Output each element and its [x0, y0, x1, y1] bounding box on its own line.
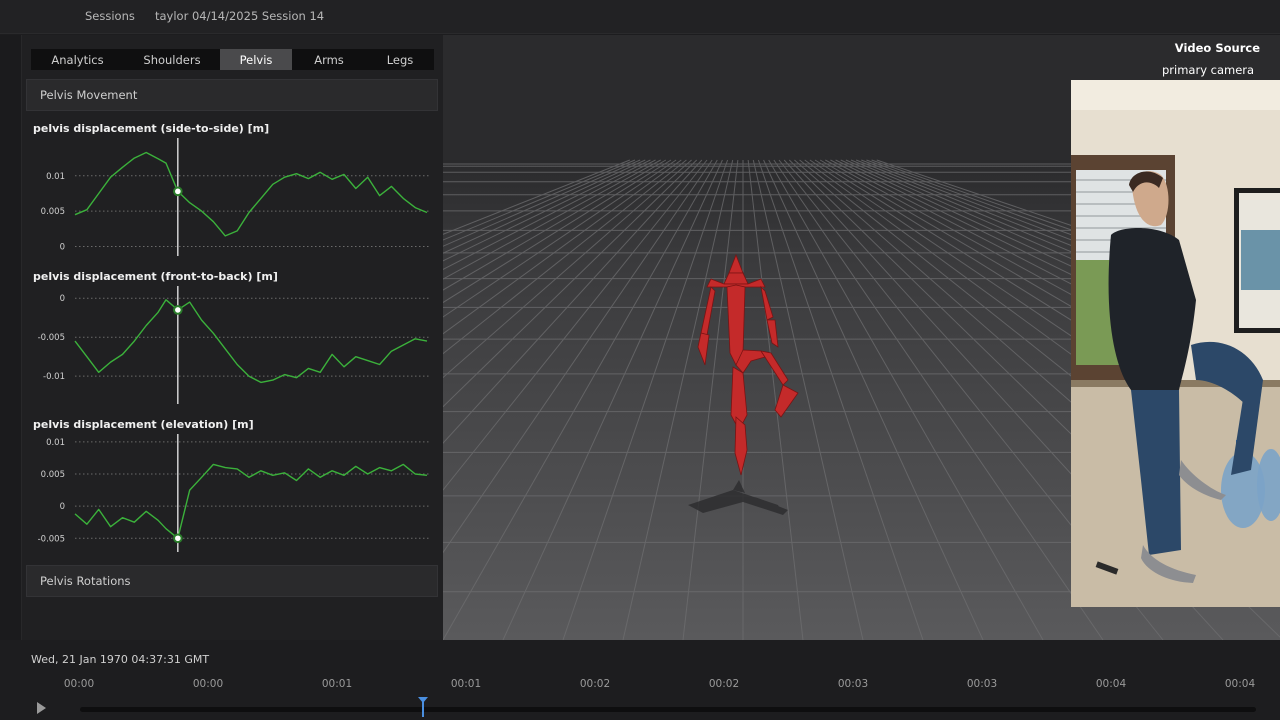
y-tick-label: -0.005: [38, 534, 65, 544]
breadcrumb-sessions[interactable]: Sessions: [85, 9, 135, 23]
left-rail: [0, 35, 22, 640]
cursor-point: [173, 186, 183, 197]
pelvis-rotations-header[interactable]: Pelvis Rotations: [26, 565, 438, 597]
tab-legs[interactable]: Legs: [366, 49, 434, 70]
timeline-label: 00:01: [321, 678, 353, 690]
timeline-label: 00:04: [1224, 678, 1256, 690]
pelvis-movement-header[interactable]: Pelvis Movement: [26, 79, 438, 111]
tab-analytics[interactable]: Analytics: [31, 49, 124, 70]
play-icon[interactable]: [37, 702, 46, 714]
timeline-label: 00:02: [708, 678, 740, 690]
y-tick-label: -0.005: [38, 333, 65, 343]
timeline-datetime: Wed, 21 Jan 1970 04:37:31 GMT: [31, 653, 210, 666]
tab-pelvis[interactable]: Pelvis: [220, 49, 292, 70]
video-source-subtitle[interactable]: primary camera: [1162, 63, 1254, 77]
skeleton-figure: [697, 253, 799, 476]
tab-bar: Analytics Shoulders Pelvis Arms Legs: [31, 49, 434, 70]
timeline-label: 00:02: [579, 678, 611, 690]
camera-frame: [1071, 80, 1280, 607]
timeline-scrubber[interactable]: [80, 707, 1256, 712]
timeline-bar: Wed, 21 Jan 1970 04:37:31 GMT 00:00 00:0…: [0, 640, 1280, 720]
y-tick-label: 0: [60, 502, 65, 512]
chart-title-front-to-back: pelvis displacement (front-to-back) [m]: [33, 270, 278, 283]
chart-title-side-to-side: pelvis displacement (side-to-side) [m]: [33, 122, 270, 135]
y-tick-label: 0.005: [41, 207, 65, 217]
timeline-label: 00:01: [450, 678, 482, 690]
y-tick-label: -0.01: [43, 372, 65, 382]
y-tick-label: 0.01: [46, 438, 65, 448]
tab-shoulders[interactable]: Shoulders: [124, 49, 220, 70]
analysis-panel: Analytics Shoulders Pelvis Arms Legs Pel…: [22, 35, 443, 640]
timeline-label: 00:00: [192, 678, 224, 690]
y-tick-label: 0: [60, 294, 65, 304]
series-line: [74, 299, 428, 384]
front-to-back-chart[interactable]: 0 -0.005 -0.01: [22, 286, 443, 404]
timeline-label: 00:04: [1095, 678, 1127, 690]
tab-arms[interactable]: Arms: [292, 49, 366, 70]
y-tick-label: 0.01: [46, 172, 65, 182]
timeline-label: 00:03: [966, 678, 998, 690]
series-line: [74, 151, 428, 237]
chart-title-elevation: pelvis displacement (elevation) [m]: [33, 418, 254, 431]
y-tick-label: 0: [60, 242, 65, 252]
video-source-title: Video Source: [1174, 41, 1260, 55]
breadcrumb-session[interactable]: taylor 04/14/2025 Session 14: [155, 9, 324, 23]
timeline-label: 00:00: [63, 678, 95, 690]
cursor-point: [173, 533, 183, 544]
camera-video-feed[interactable]: [1071, 80, 1280, 607]
series-line: [74, 463, 428, 540]
playhead-marker[interactable]: [418, 697, 428, 717]
side-to-side-chart[interactable]: 0.01 0.005 0: [22, 138, 443, 256]
skeleton-shadow: [688, 480, 788, 515]
cursor-point: [173, 305, 183, 315]
elevation-chart[interactable]: 0.01 0.005 0 -0.005: [22, 434, 443, 552]
top-bar: Sessions taylor 04/14/2025 Session 14: [0, 0, 1280, 34]
timeline-label: 00:03: [837, 678, 869, 690]
y-tick-label: 0.005: [41, 470, 65, 480]
